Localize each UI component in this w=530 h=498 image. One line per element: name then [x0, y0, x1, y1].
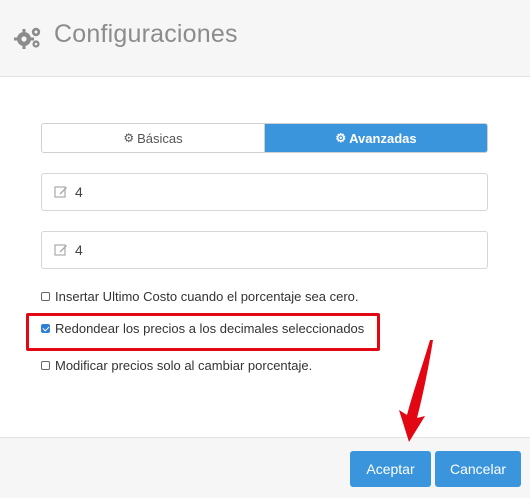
settings-tabs: ⚙ Básicas ⚙ Avanzadas	[41, 123, 488, 153]
tab-basicas-label: Básicas	[137, 130, 183, 146]
tab-basicas[interactable]: ⚙ Básicas	[42, 124, 265, 152]
edit-icon	[54, 244, 67, 256]
checkbox-label: Insertar Ultimo Costo cuando el porcenta…	[55, 289, 359, 304]
checkbox-label: Redondear los precios a los decimales se…	[55, 321, 365, 336]
tab-avanzadas-label: Avanzadas	[349, 130, 417, 146]
red-arrow-annotation	[399, 340, 433, 442]
checkbox-modificar-precios[interactable]: Modificar precios solo al cambiar porcen…	[41, 358, 312, 373]
gears-icon	[14, 27, 41, 49]
field-value: 4	[75, 242, 83, 258]
gear-icon: ⚙	[123, 131, 135, 145]
decimals-field-2[interactable]: 4	[41, 231, 488, 269]
checkbox-box[interactable]	[41, 292, 50, 301]
edit-icon	[54, 186, 67, 198]
checkbox-label: Modificar precios solo al cambiar porcen…	[55, 358, 313, 373]
field-value: 4	[75, 184, 83, 200]
tab-avanzadas[interactable]: ⚙ Avanzadas	[265, 124, 487, 152]
modal-title: Configuraciones	[54, 20, 238, 48]
checkbox-box-checked[interactable]	[41, 324, 50, 333]
checkbox-insertar-ultimo-costo[interactable]: Insertar Ultimo Costo cuando el porcenta…	[41, 289, 359, 304]
checkbox-box[interactable]	[41, 361, 50, 370]
cancel-button[interactable]: Cancelar	[435, 451, 521, 487]
accept-button[interactable]: Aceptar	[350, 451, 431, 487]
checkbox-redondear-precios[interactable]: Redondear los precios a los decimales se…	[41, 321, 364, 336]
modal-header: Configuraciones	[0, 0, 530, 77]
decimals-field-1[interactable]: 4	[41, 173, 488, 211]
gear-icon: ⚙	[335, 131, 347, 145]
